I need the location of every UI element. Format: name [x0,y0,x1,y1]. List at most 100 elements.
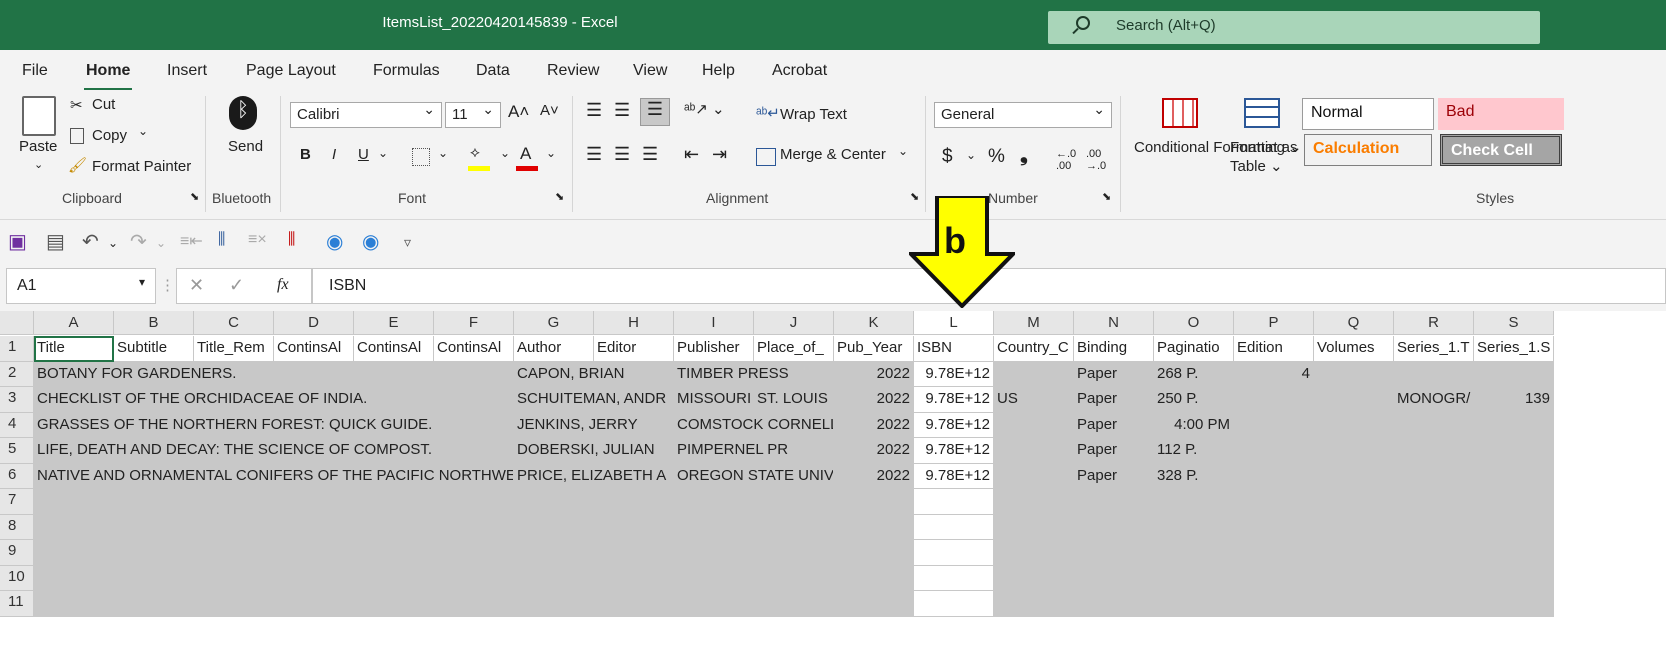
customize-qat-icon[interactable]: ▿ [404,234,411,251]
table-cell[interactable] [434,565,514,591]
table-cell[interactable] [914,540,994,566]
table-cell[interactable]: 2022 [834,361,914,387]
table-cell[interactable] [274,540,354,566]
align-right-icon[interactable]: ☰ [642,144,658,165]
table-cell[interactable]: MONOGR/ [1394,387,1474,413]
tab-insert[interactable]: Insert [167,62,207,80]
table-cell[interactable]: Paper [1074,438,1154,464]
row-header-3[interactable]: 3 [0,387,34,413]
tab-view[interactable]: View [633,62,667,80]
table-cell[interactable]: 9.78E+12 [914,463,994,489]
header-cell[interactable]: Editor [594,336,674,362]
table-cell[interactable]: NATIVE AND ORNAMENTAL CONIFERS OF THE PA… [34,463,514,489]
table-cell[interactable] [434,540,514,566]
bluetooth-send-button[interactable]: Send [228,138,263,155]
table-cell[interactable] [754,514,834,540]
table-cell[interactable] [274,514,354,540]
table-cell[interactable] [994,565,1074,591]
table-cell[interactable] [34,591,114,617]
table-cell[interactable] [114,489,194,515]
tab-acrobat[interactable]: Acrobat [772,62,827,80]
circle-button-1-icon[interactable]: ◉ [326,229,343,254]
table-cell[interactable] [1074,514,1154,540]
table-cell[interactable] [1394,489,1474,515]
table-cell[interactable] [834,514,914,540]
table-cell[interactable] [1474,565,1554,591]
table-cell[interactable] [674,565,754,591]
table-cell[interactable] [1314,591,1394,617]
column-header-d[interactable]: D [274,311,354,335]
align-left-icon[interactable]: ☰ [586,144,602,165]
format-as-table-button[interactable]: Format as Table ⌄ [1230,138,1300,176]
select-all-corner[interactable] [0,311,34,335]
table-cell[interactable] [1154,565,1234,591]
table-cell[interactable] [354,540,434,566]
circle-button-2-icon[interactable]: ◉ [362,229,379,254]
column-header-j[interactable]: J [754,311,834,335]
table-cell[interactable] [114,514,194,540]
table-cell[interactable] [754,591,834,617]
tab-review[interactable]: Review [547,62,599,80]
percent-button[interactable]: % [988,146,1005,168]
column-header-h[interactable]: H [594,311,674,335]
clipboard-launcher-icon[interactable]: ⬊ [190,190,199,203]
table-cell[interactable] [1234,514,1314,540]
number-launcher-icon[interactable]: ⬊ [1102,190,1111,203]
decrease-decimal-icon[interactable]: .00 →.0 [1086,148,1106,172]
table-cell[interactable]: US [994,387,1074,413]
column-header-q[interactable]: Q [1314,311,1394,335]
increase-decimal-icon[interactable]: ←.0.00 [1056,148,1076,172]
table-cell[interactable]: JENKINS, JERRY [514,412,674,438]
table-cell[interactable]: CAPON, BRIAN [514,361,674,387]
column-header-n[interactable]: N [1074,311,1154,335]
table-cell[interactable] [1234,438,1314,464]
table-cell[interactable]: 112 P. [1154,438,1234,464]
table-cell[interactable] [354,489,434,515]
row-header-7[interactable]: 7 [0,489,34,515]
table-cell[interactable] [434,591,514,617]
wrap-text-button[interactable]: Wrap Text [780,106,847,123]
header-cell[interactable]: Title_Rem [194,336,274,362]
column-header-a[interactable]: A [34,311,114,335]
insert-columns-icon[interactable]: ⫼ [218,231,225,249]
table-cell[interactable] [1394,412,1474,438]
table-cell[interactable] [1474,514,1554,540]
table-cell[interactable] [354,514,434,540]
table-cell[interactable] [834,540,914,566]
table-cell[interactable]: LIFE, DEATH AND DECAY: THE SCIENCE OF CO… [34,438,514,464]
table-cell[interactable] [754,489,834,515]
table-cell[interactable]: Paper [1074,387,1154,413]
tab-formulas[interactable]: Formulas [373,62,440,80]
table-cell[interactable] [274,565,354,591]
table-cell[interactable]: GRASSES OF THE NORTHERN FOREST: QUICK GU… [34,412,514,438]
column-header-k[interactable]: K [834,311,914,335]
table-cell[interactable] [834,489,914,515]
table-cell[interactable] [1314,387,1394,413]
table-cell[interactable]: 2022 [834,412,914,438]
table-cell[interactable]: 2022 [834,438,914,464]
column-header-m[interactable]: M [994,311,1074,335]
table-cell[interactable] [1394,514,1474,540]
column-header-c[interactable]: C [194,311,274,335]
table-cell[interactable] [594,565,674,591]
table-cell[interactable] [514,489,594,515]
active-cell[interactable]: Title [34,336,114,362]
underline-button[interactable]: U [358,146,369,163]
table-cell[interactable]: COMSTOCK CORNELL [674,412,834,438]
table-cell[interactable]: 9.78E+12 [914,438,994,464]
table-cell[interactable] [1234,489,1314,515]
table-cell[interactable]: 4 [1234,361,1314,387]
table-cell[interactable] [994,412,1074,438]
table-cell[interactable] [1154,540,1234,566]
column-header-e[interactable]: E [354,311,434,335]
table-cell[interactable] [1234,412,1314,438]
number-format-dropdown[interactable]: General [934,101,1112,128]
table-cell[interactable] [994,489,1074,515]
table-cell[interactable] [274,591,354,617]
table-cell[interactable] [1314,361,1394,387]
table-cell[interactable] [994,361,1074,387]
table-cell[interactable] [514,540,594,566]
borders-icon[interactable] [412,148,430,166]
table-cell[interactable] [1154,591,1234,617]
header-cell[interactable]: ContinsAl [274,336,354,362]
